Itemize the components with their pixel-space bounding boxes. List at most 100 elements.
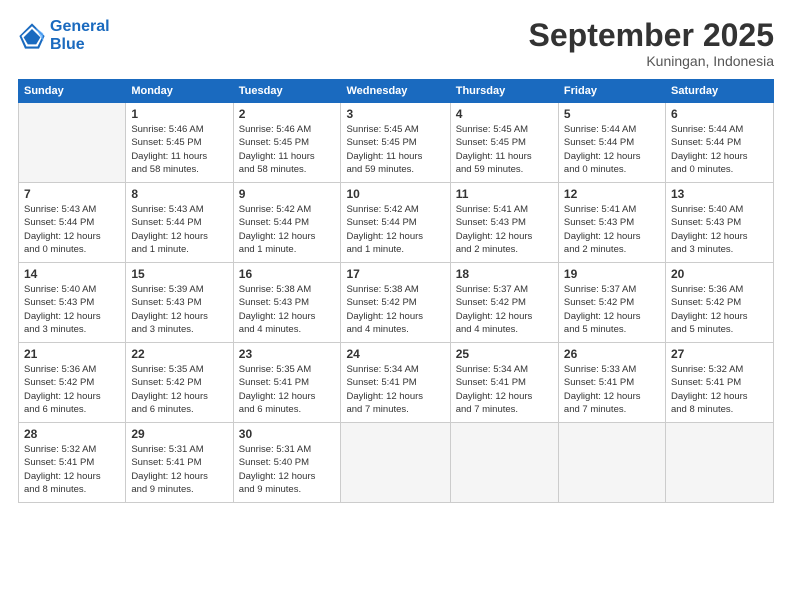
day-info: Sunrise: 5:39 AM Sunset: 5:43 PM Dayligh…	[131, 283, 227, 336]
day-info: Sunrise: 5:33 AM Sunset: 5:41 PM Dayligh…	[564, 363, 660, 416]
table-row: 18 Sunrise: 5:37 AM Sunset: 5:42 PM Dayli…	[450, 263, 558, 343]
day-info: Sunrise: 5:43 AM Sunset: 5:44 PM Dayligh…	[131, 203, 227, 256]
day-number: 30	[239, 427, 336, 441]
day-info: Sunrise: 5:32 AM Sunset: 5:41 PM Dayligh…	[24, 443, 120, 496]
table-row: 29 Sunrise: 5:31 AM Sunset: 5:41 PM Dayli…	[126, 423, 233, 503]
col-sunday: Sunday	[19, 80, 126, 103]
day-number: 5	[564, 107, 660, 121]
day-info: Sunrise: 5:41 AM Sunset: 5:43 PM Dayligh…	[564, 203, 660, 256]
day-number: 20	[671, 267, 768, 281]
table-row: 19 Sunrise: 5:37 AM Sunset: 5:42 PM Dayli…	[558, 263, 665, 343]
table-row: 12 Sunrise: 5:41 AM Sunset: 5:43 PM Dayli…	[558, 183, 665, 263]
day-info: Sunrise: 5:31 AM Sunset: 5:40 PM Dayligh…	[239, 443, 336, 496]
table-row: 16 Sunrise: 5:38 AM Sunset: 5:43 PM Dayli…	[233, 263, 341, 343]
page: General Blue September 2025 Kuningan, In…	[0, 0, 792, 612]
day-info: Sunrise: 5:46 AM Sunset: 5:45 PM Dayligh…	[131, 123, 227, 176]
day-info: Sunrise: 5:31 AM Sunset: 5:41 PM Dayligh…	[131, 443, 227, 496]
table-row: 11 Sunrise: 5:41 AM Sunset: 5:43 PM Dayli…	[450, 183, 558, 263]
table-row	[19, 103, 126, 183]
day-number: 6	[671, 107, 768, 121]
table-row: 3 Sunrise: 5:45 AM Sunset: 5:45 PM Daylig…	[341, 103, 450, 183]
table-row: 10Sunrise: 5:42 AM Sunset: 5:44 PM Dayli…	[341, 183, 450, 263]
logo: General Blue	[18, 18, 110, 55]
month-title: September 2025	[529, 18, 774, 53]
header: General Blue September 2025 Kuningan, In…	[18, 18, 774, 69]
day-number: 28	[24, 427, 120, 441]
day-info: Sunrise: 5:37 AM Sunset: 5:42 PM Dayligh…	[456, 283, 553, 336]
table-row: 5 Sunrise: 5:44 AM Sunset: 5:44 PM Daylig…	[558, 103, 665, 183]
day-number: 23	[239, 347, 336, 361]
week-row-1: 1 Sunrise: 5:46 AM Sunset: 5:45 PM Daylig…	[19, 103, 774, 183]
col-saturday: Saturday	[665, 80, 773, 103]
day-info: Sunrise: 5:45 AM Sunset: 5:45 PM Dayligh…	[346, 123, 444, 176]
calendar-table: Sunday Monday Tuesday Wednesday Thursday…	[18, 79, 774, 503]
table-row: 9Sunrise: 5:42 AM Sunset: 5:44 PM Daylig…	[233, 183, 341, 263]
day-number: 12	[564, 187, 660, 201]
table-row	[341, 423, 450, 503]
day-number: 29	[131, 427, 227, 441]
day-number: 4	[456, 107, 553, 121]
day-info: Sunrise: 5:37 AM Sunset: 5:42 PM Dayligh…	[564, 283, 660, 336]
table-row: 13 Sunrise: 5:40 AM Sunset: 5:43 PM Dayli…	[665, 183, 773, 263]
week-row-4: 21Sunrise: 5:36 AM Sunset: 5:42 PM Dayli…	[19, 343, 774, 423]
day-number: 21	[24, 347, 120, 361]
table-row: 6Sunrise: 5:44 AM Sunset: 5:44 PM Daylig…	[665, 103, 773, 183]
day-number: 11	[456, 187, 553, 201]
table-row: 2Sunrise: 5:46 AM Sunset: 5:45 PM Daylig…	[233, 103, 341, 183]
table-row	[558, 423, 665, 503]
col-monday: Monday	[126, 80, 233, 103]
day-number: 17	[346, 267, 444, 281]
col-wednesday: Wednesday	[341, 80, 450, 103]
day-number: 16	[239, 267, 336, 281]
day-info: Sunrise: 5:34 AM Sunset: 5:41 PM Dayligh…	[346, 363, 444, 416]
week-row-2: 7 Sunrise: 5:43 AM Sunset: 5:44 PM Daylig…	[19, 183, 774, 263]
day-number: 1	[131, 107, 227, 121]
day-number: 13	[671, 187, 768, 201]
table-row: 23Sunrise: 5:35 AM Sunset: 5:41 PM Dayli…	[233, 343, 341, 423]
day-number: 25	[456, 347, 553, 361]
title-block: September 2025 Kuningan, Indonesia	[529, 18, 774, 69]
day-info: Sunrise: 5:42 AM Sunset: 5:44 PM Dayligh…	[239, 203, 336, 256]
col-tuesday: Tuesday	[233, 80, 341, 103]
day-number: 24	[346, 347, 444, 361]
logo-icon	[18, 22, 46, 50]
day-number: 2	[239, 107, 336, 121]
day-info: Sunrise: 5:38 AM Sunset: 5:42 PM Dayligh…	[346, 283, 444, 336]
day-info: Sunrise: 5:34 AM Sunset: 5:41 PM Dayligh…	[456, 363, 553, 416]
table-row: 7 Sunrise: 5:43 AM Sunset: 5:44 PM Daylig…	[19, 183, 126, 263]
col-friday: Friday	[558, 80, 665, 103]
day-info: Sunrise: 5:40 AM Sunset: 5:43 PM Dayligh…	[671, 203, 768, 256]
week-row-3: 14Sunrise: 5:40 AM Sunset: 5:43 PM Dayli…	[19, 263, 774, 343]
table-row: 21Sunrise: 5:36 AM Sunset: 5:42 PM Dayli…	[19, 343, 126, 423]
day-info: Sunrise: 5:41 AM Sunset: 5:43 PM Dayligh…	[456, 203, 553, 256]
table-row: 24 Sunrise: 5:34 AM Sunset: 5:41 PM Dayli…	[341, 343, 450, 423]
table-row: 14Sunrise: 5:40 AM Sunset: 5:43 PM Dayli…	[19, 263, 126, 343]
day-number: 26	[564, 347, 660, 361]
day-number: 7	[24, 187, 120, 201]
table-row: 20Sunrise: 5:36 AM Sunset: 5:42 PM Dayli…	[665, 263, 773, 343]
calendar-header-row: Sunday Monday Tuesday Wednesday Thursday…	[19, 80, 774, 103]
location: Kuningan, Indonesia	[529, 53, 774, 69]
table-row: 15Sunrise: 5:39 AM Sunset: 5:43 PM Dayli…	[126, 263, 233, 343]
day-number: 22	[131, 347, 227, 361]
day-info: Sunrise: 5:38 AM Sunset: 5:43 PM Dayligh…	[239, 283, 336, 336]
table-row: 8 Sunrise: 5:43 AM Sunset: 5:44 PM Daylig…	[126, 183, 233, 263]
day-info: Sunrise: 5:35 AM Sunset: 5:42 PM Dayligh…	[131, 363, 227, 416]
week-row-5: 28 Sunrise: 5:32 AM Sunset: 5:41 PM Dayli…	[19, 423, 774, 503]
table-row: 17 Sunrise: 5:38 AM Sunset: 5:42 PM Dayli…	[341, 263, 450, 343]
day-info: Sunrise: 5:40 AM Sunset: 5:43 PM Dayligh…	[24, 283, 120, 336]
day-number: 3	[346, 107, 444, 121]
day-info: Sunrise: 5:32 AM Sunset: 5:41 PM Dayligh…	[671, 363, 768, 416]
day-number: 10	[346, 187, 444, 201]
day-number: 19	[564, 267, 660, 281]
table-row: 22 Sunrise: 5:35 AM Sunset: 5:42 PM Dayli…	[126, 343, 233, 423]
day-info: Sunrise: 5:44 AM Sunset: 5:44 PM Dayligh…	[564, 123, 660, 176]
table-row: 27Sunrise: 5:32 AM Sunset: 5:41 PM Dayli…	[665, 343, 773, 423]
table-row: 4 Sunrise: 5:45 AM Sunset: 5:45 PM Daylig…	[450, 103, 558, 183]
col-thursday: Thursday	[450, 80, 558, 103]
day-info: Sunrise: 5:43 AM Sunset: 5:44 PM Dayligh…	[24, 203, 120, 256]
day-number: 18	[456, 267, 553, 281]
day-number: 8	[131, 187, 227, 201]
table-row	[450, 423, 558, 503]
day-info: Sunrise: 5:45 AM Sunset: 5:45 PM Dayligh…	[456, 123, 553, 176]
